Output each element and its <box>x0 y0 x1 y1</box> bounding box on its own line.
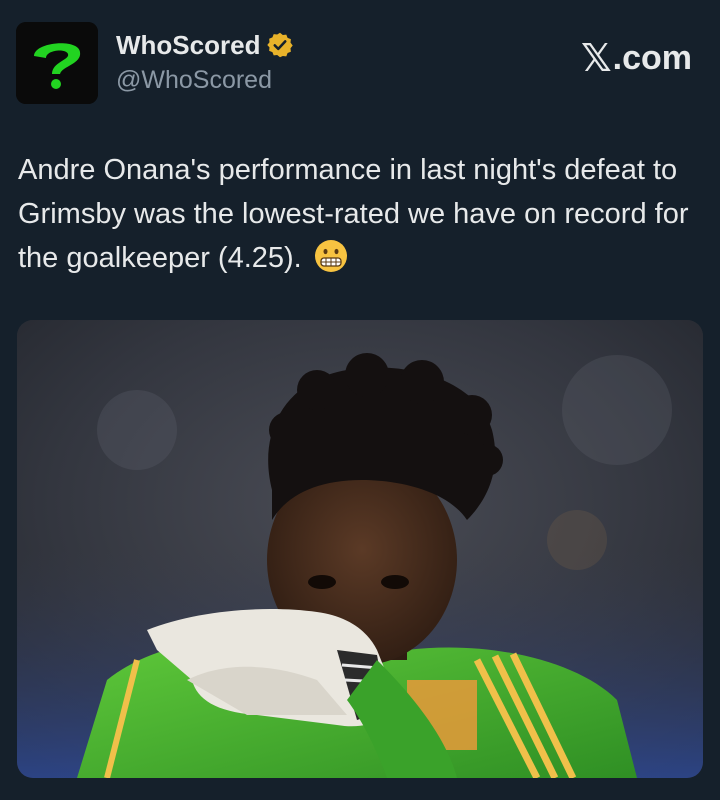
tweet-body: Andre Onana's performance in last night'… <box>18 154 689 274</box>
author-info: WhoScored @WhoScored <box>116 30 294 96</box>
x-logo-icon: 𝕏 <box>581 38 612 80</box>
display-name[interactable]: WhoScored <box>116 30 260 60</box>
tweet-header: WhoScored @WhoScored 𝕏 .com <box>16 22 692 106</box>
source-label: 𝕏 .com <box>581 36 692 81</box>
goalkeeper-photo <box>17 320 703 778</box>
avatar[interactable] <box>16 22 98 104</box>
verified-badge-icon <box>266 31 294 59</box>
source-domain: .com <box>612 39 692 77</box>
tweet-text: Andre Onana's performance in last night'… <box>18 148 708 286</box>
whoscored-logo-icon <box>16 22 98 104</box>
grimacing-face-icon <box>314 239 348 286</box>
tweet-photo[interactable] <box>17 320 703 778</box>
handle[interactable]: @WhoScored <box>116 64 294 96</box>
